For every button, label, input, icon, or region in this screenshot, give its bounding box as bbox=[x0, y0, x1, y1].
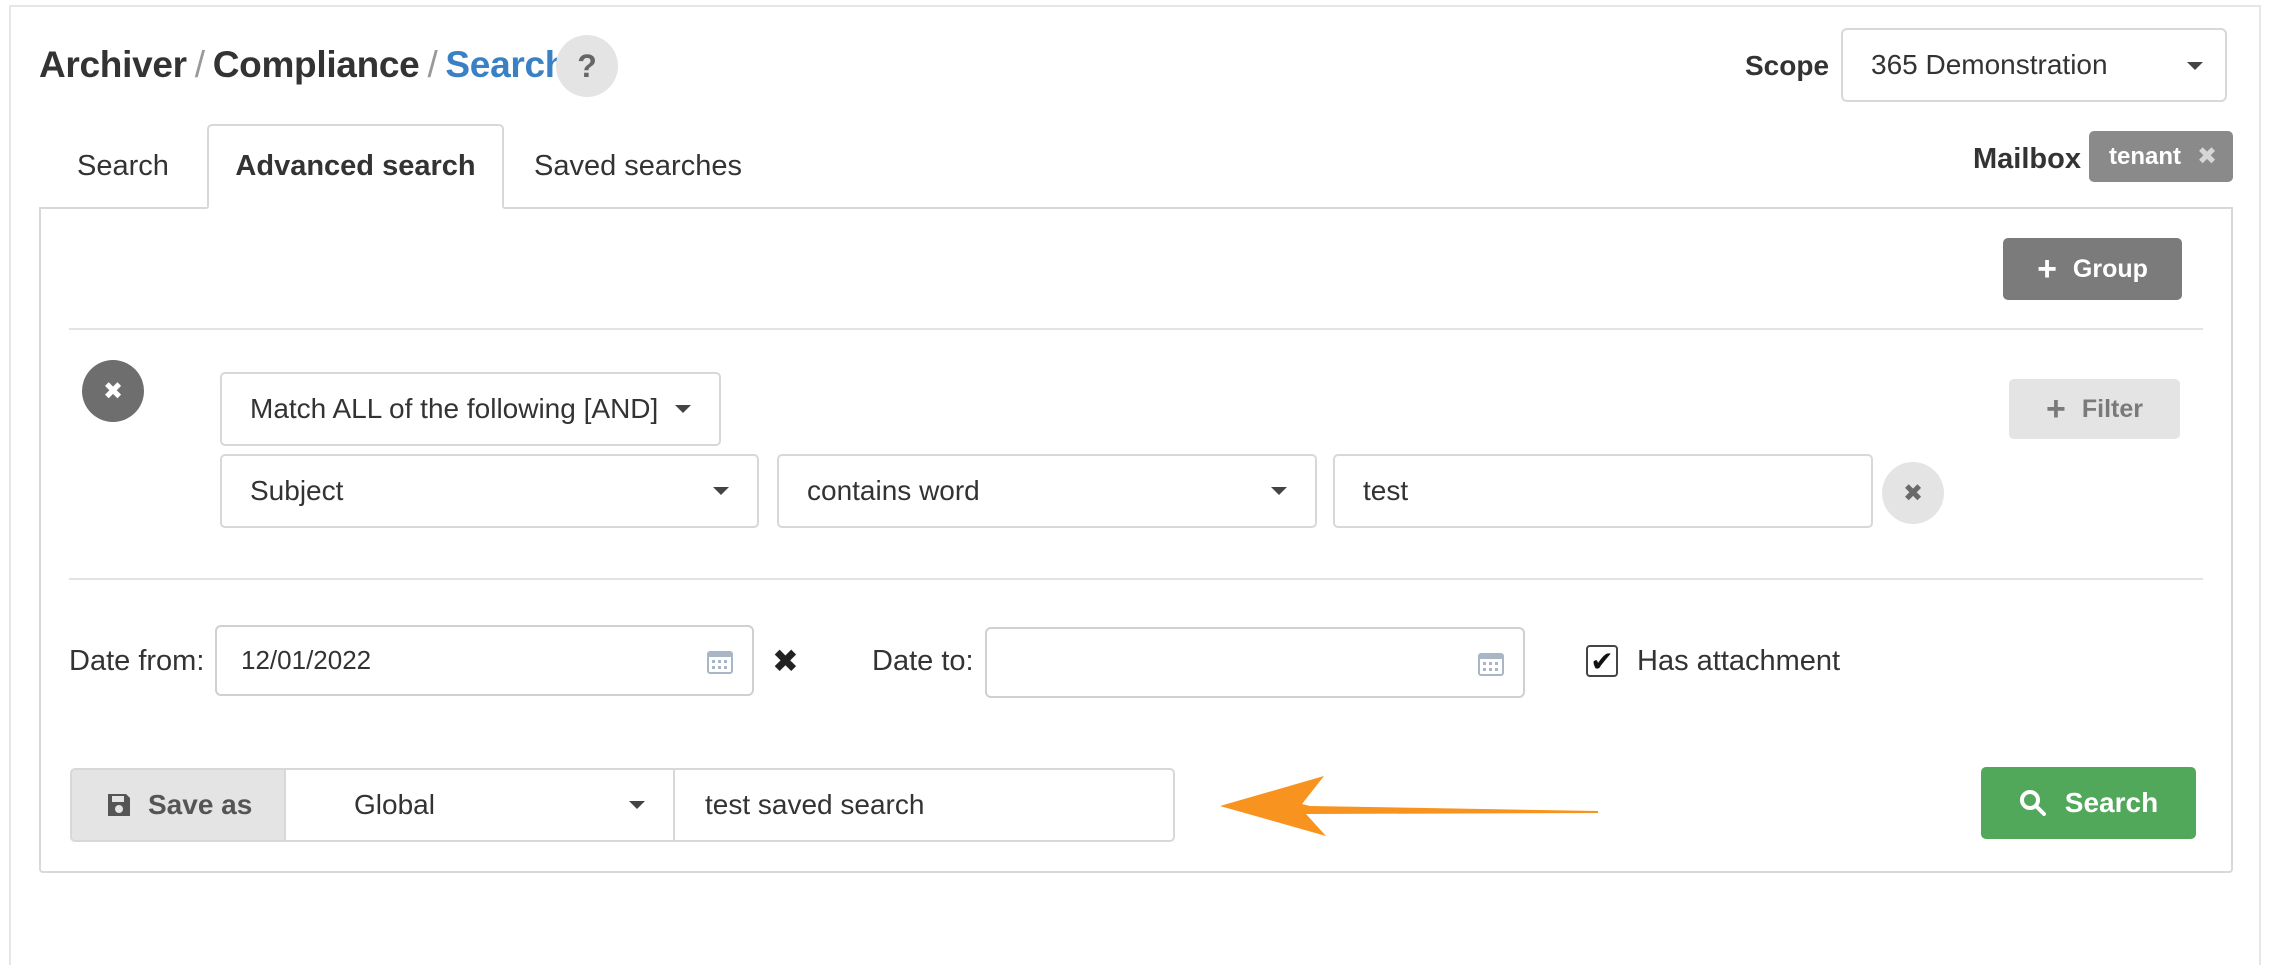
has-attachment-checkbox[interactable]: ✔ bbox=[1586, 645, 1618, 677]
close-icon: ✖ bbox=[102, 377, 124, 405]
breadcrumb-separator: / bbox=[427, 44, 438, 85]
tab-saved-searches[interactable]: Saved searches bbox=[504, 124, 772, 209]
mailbox-label: Mailbox bbox=[1973, 143, 2081, 175]
condition-operator-value: contains word bbox=[807, 475, 980, 506]
remove-filter-button[interactable]: ✖ bbox=[1882, 462, 1944, 524]
floppy-disk-icon bbox=[108, 794, 130, 816]
scope-value: 365 Demonstration bbox=[1871, 49, 2108, 80]
condition-value-input[interactable]: test bbox=[1333, 454, 1873, 528]
check-icon: ✔ bbox=[1590, 645, 1614, 677]
plus-icon: + bbox=[2046, 390, 2066, 428]
calendar-icon[interactable] bbox=[706, 647, 734, 675]
date-from-label: Date from: bbox=[69, 645, 205, 677]
plus-icon: + bbox=[2037, 250, 2057, 288]
condition-value-text: test bbox=[1363, 475, 1409, 506]
scope-select[interactable]: 365 Demonstration bbox=[1841, 28, 2227, 102]
condition-field-select[interactable]: Subject bbox=[220, 454, 759, 528]
breadcrumb-compliance[interactable]: Compliance bbox=[213, 44, 420, 86]
chevron-down-icon bbox=[629, 801, 645, 809]
search-button-label: Search bbox=[2064, 787, 2159, 818]
chevron-down-icon bbox=[675, 405, 691, 413]
divider bbox=[69, 578, 2203, 580]
chevron-down-icon bbox=[2187, 62, 2203, 70]
date-from-value: 12/01/2022 bbox=[241, 645, 372, 675]
scope-label: Scope bbox=[1745, 50, 1830, 81]
save-scope-value: Global bbox=[354, 789, 435, 820]
orange-arrow-annotation bbox=[1220, 776, 1598, 836]
date-to-input[interactable] bbox=[985, 627, 1525, 698]
search-button[interactable]: Search bbox=[1981, 767, 2196, 839]
help-button[interactable]: ? bbox=[556, 35, 618, 97]
breadcrumb-search[interactable]: Search bbox=[445, 44, 567, 86]
save-scope-select[interactable]: Global bbox=[284, 768, 675, 842]
save-as-label: Save as bbox=[148, 789, 253, 820]
date-from-input[interactable]: 12/01/2022 bbox=[215, 625, 754, 696]
chevron-down-icon bbox=[713, 487, 729, 495]
condition-field-value: Subject bbox=[250, 475, 344, 506]
calendar-icon[interactable] bbox=[1477, 649, 1505, 677]
clear-date-icon[interactable]: ✖ bbox=[772, 642, 799, 680]
save-as-button[interactable]: Save as bbox=[70, 768, 286, 842]
saved-search-name-input[interactable]: test saved search bbox=[673, 768, 1175, 842]
mailbox-tag: tenant ✖ bbox=[2089, 131, 2233, 182]
magnifier-icon bbox=[2019, 790, 2046, 816]
breadcrumb-separator: / bbox=[194, 44, 205, 85]
chevron-down-icon bbox=[1271, 487, 1287, 495]
mailbox-tag-label: tenant bbox=[2109, 142, 2181, 170]
breadcrumb: Archiver / Compliance / Search bbox=[39, 44, 567, 86]
add-group-label: Group bbox=[2072, 254, 2148, 283]
match-mode-value: Match ALL of the following [AND] bbox=[250, 393, 659, 424]
remove-group-button[interactable]: ✖ bbox=[82, 360, 144, 422]
add-group-button[interactable]: + Group bbox=[2003, 238, 2182, 300]
has-attachment-label: Has attachment bbox=[1637, 645, 1841, 677]
tab-search[interactable]: Search bbox=[39, 124, 207, 209]
match-mode-select[interactable]: Match ALL of the following [AND] bbox=[220, 372, 721, 446]
add-filter-button[interactable]: + Filter bbox=[2009, 379, 2180, 439]
saved-search-name-value: test saved search bbox=[705, 789, 925, 820]
divider bbox=[69, 328, 2203, 330]
date-to-label: Date to: bbox=[872, 645, 974, 677]
close-icon: ✖ bbox=[1902, 479, 1924, 507]
tab-advanced-search[interactable]: Advanced search bbox=[207, 124, 504, 209]
close-icon[interactable]: ✖ bbox=[2197, 142, 2217, 171]
condition-operator-select[interactable]: contains word bbox=[777, 454, 1317, 528]
add-filter-label: Filter bbox=[2081, 394, 2143, 423]
breadcrumb-archiver[interactable]: Archiver bbox=[39, 44, 187, 86]
